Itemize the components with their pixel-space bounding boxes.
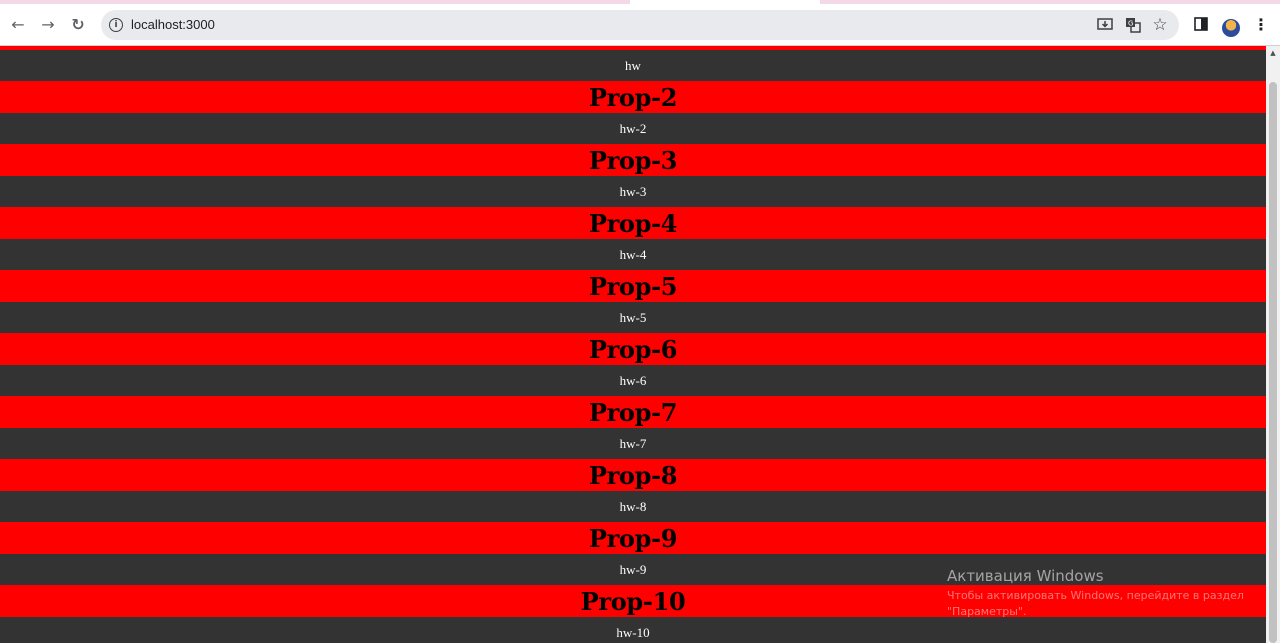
prop-heading: Prop-10 [0, 585, 1266, 617]
hw-text: hw-7 [0, 428, 1266, 459]
avatar[interactable] [1222, 19, 1240, 37]
kebab-menu-icon: ⋮ [1253, 14, 1269, 34]
side-panel-icon [1194, 17, 1208, 31]
prop-heading: Prop-2 [0, 81, 1266, 113]
prop-heading: Prop-9 [0, 522, 1266, 554]
arrow-left-icon: ← [11, 14, 25, 34]
hw-text: hw-6 [0, 365, 1266, 396]
hw-text: hw-10 [0, 617, 1266, 643]
reload-icon: ↻ [71, 14, 85, 34]
prop-heading: Prop-5 [0, 270, 1266, 302]
prop-heading: Prop-4 [0, 207, 1266, 239]
hw-text: hw-9 [0, 554, 1266, 585]
menu-button[interactable]: ⋮ [1249, 12, 1273, 36]
hw-text: hw-5 [0, 302, 1266, 333]
browser-toolbar: ← → ↻ i localhost:3000 G ☆ ⋮ [0, 4, 1280, 46]
prop-heading: Prop-3 [0, 144, 1266, 176]
forward-button[interactable]: → [36, 12, 60, 36]
prop-heading: Prop-8 [0, 459, 1266, 491]
items-list: Prop-2 hw-2 Prop-3 hw-3 Prop-4 hw-4 Prop-5 hw-5… [0, 81, 1266, 643]
hw-text: hw-3 [0, 176, 1266, 207]
scroll-thumb[interactable] [1269, 82, 1277, 643]
scroll-up-arrow-icon[interactable]: ▲ [1268, 48, 1278, 58]
page-viewport: hw Prop-2 hw-2 Prop-3 hw-3 Prop-4 hw-4 Prop-5 h… [0, 46, 1266, 643]
back-button[interactable]: ← [6, 12, 30, 36]
prop-heading: Prop-7 [0, 396, 1266, 428]
page-content: hw Prop-2 hw-2 Prop-3 hw-3 Prop-4 hw-4 Prop-5 h… [0, 46, 1266, 643]
url-text[interactable]: localhost:3000 [131, 10, 215, 40]
side-panel-button[interactable] [1189, 12, 1213, 36]
hw-text: hw-2 [0, 113, 1266, 144]
svg-text:G: G [1128, 20, 1133, 28]
install-app-icon[interactable] [1095, 15, 1115, 35]
hw-text: hw [0, 50, 1266, 81]
hw-text: hw-8 [0, 491, 1266, 522]
address-bar[interactable]: i localhost:3000 G ☆ [101, 10, 1179, 40]
arrow-right-icon: → [41, 14, 55, 34]
info-icon[interactable]: i [109, 18, 123, 32]
reload-button[interactable]: ↻ [66, 12, 90, 36]
translate-icon[interactable]: G [1123, 15, 1143, 35]
hw-text: hw-4 [0, 239, 1266, 270]
star-icon[interactable]: ☆ [1150, 15, 1170, 35]
prop-heading: Prop-6 [0, 333, 1266, 365]
vertical-scrollbar[interactable]: ▲ [1266, 46, 1280, 643]
